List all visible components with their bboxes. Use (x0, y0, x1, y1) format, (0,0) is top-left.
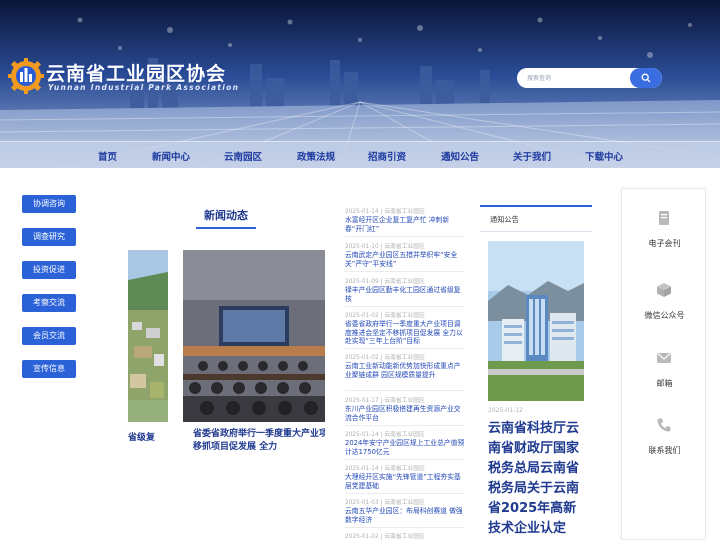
nav-item-parks[interactable]: 云南园区 (224, 149, 262, 163)
sidebar-item-label: 邮箱 (656, 379, 673, 388)
cube-icon (657, 283, 671, 297)
news-title[interactable]: 省委省政府举行一季度重大产业项目调度推进会坚定不移抓项目促发展 全力以赴实现“三… (345, 320, 465, 346)
news-list-item[interactable]: 2025-01-02 | 云南省工业园区 省委省政府举行一季度重大产业项目调度推… (345, 310, 465, 346)
divider (345, 493, 465, 494)
news-title[interactable]: 2024年安宁产业园区规上工业总产值预计达1750亿元 (345, 439, 465, 456)
news-slide-previous[interactable]: 省级复 (128, 250, 168, 470)
search-button[interactable] (630, 68, 662, 88)
nav-item-policy[interactable]: 政策法规 (297, 149, 335, 163)
divider (345, 425, 465, 426)
news-date: 2025-01-10 | 云南省工业园区 (345, 244, 425, 250)
left-menu-investment[interactable]: 投资促进 (22, 261, 76, 279)
news-list-item[interactable]: 2025-01-14 | 云南省工业园区 2024年安宁产业园区规上工业总产值预… (345, 429, 465, 456)
logo-subtitle: Yunnan Industrial Park Association (48, 83, 240, 92)
sidebar-item-contact[interactable]: 联系我们 (622, 417, 707, 477)
news-date: 2025-01-09 | 云南省工业园区 (345, 279, 425, 285)
news-date: 2025-01-14 | 云南省工业园区 (345, 209, 425, 215)
left-menu-publicity[interactable]: 宣传信息 (22, 360, 76, 378)
slide-previous-caption: 省级复 (128, 433, 156, 443)
sidebar-item-ejournal[interactable]: 电子会刊 (622, 210, 707, 270)
divider (345, 271, 465, 272)
news-date: 2025-01-14 | 云南省工业园区 (345, 432, 425, 438)
book-icon (659, 211, 669, 225)
news-list-item[interactable]: 2025-01-14 | 云南省工业园区 大理经开区实施“先锋管道”工程夯实基层… (345, 463, 465, 490)
news-date: 2025-01-02 | 云南省工业园区 (345, 534, 425, 540)
divider (480, 231, 592, 232)
news-list-item[interactable]: 2025-01-09 | 云南省工业园区 禄丰产业园区勤丰化工园区通过省级复核 (345, 276, 465, 303)
news-title[interactable]: 云南五华产业园区：布局科创赛道 做强数字经济 (345, 507, 465, 524)
aerial-park-photo (128, 250, 168, 422)
conference-photo (183, 250, 325, 422)
divider (345, 390, 465, 391)
news-title[interactable]: 大理经开区实施“先锋管道”工程夯实基层党建基础 (345, 473, 465, 490)
news-date: 2025-01-14 | 云南省工业园区 (345, 466, 425, 472)
notice-panel: 通知公告 2025-01-12 云南省科技厅云南省财政厅国家税务总局云南省税务局… (480, 205, 592, 540)
building-photo (488, 241, 584, 401)
logo-title: 云南省工业园区协会 (46, 63, 227, 85)
divider (345, 348, 465, 349)
news-title[interactable]: 云南工业新动能新优势加快形成重点产业聚链成群 园区规模质量提升 (345, 362, 465, 379)
sidebar-item-label: 微信公众号 (644, 311, 685, 320)
mail-icon (657, 353, 671, 363)
news-list-item[interactable]: 2025-01-03 | 云南省工业园区 云南五华产业园区：布局科创赛道 做强数… (345, 497, 465, 524)
left-menu-consulting[interactable]: 协调咨询 (22, 195, 76, 213)
header-banner: 云南省工业园区协会 Yunnan Industrial Park Associa… (0, 0, 720, 168)
news-title[interactable]: 水富经开区企业复工复产忙 冲刺新春“开门红” (345, 216, 465, 233)
divider (345, 236, 465, 237)
divider (345, 306, 465, 307)
left-menu-visits[interactable]: 考察交流 (22, 294, 76, 312)
news-slide-current[interactable]: 省委省政府举行一季度重大产业项目推进会坚定不移抓项目促发展 全力 (183, 250, 325, 470)
notice-title[interactable]: 云南省科技厅云南省财政厅国家税务总局云南省税务局关于云南省2025年高新技术企业… (488, 419, 588, 539)
news-date: 2025-01-02 | 云南省工业园区 (345, 313, 425, 319)
news-list-item[interactable]: 2025-01-02 | 云南省工业园区 (345, 531, 465, 540)
notice-date: 2025-01-12 (488, 407, 523, 414)
sidebar-item-wechat[interactable]: 微信公众号 (622, 282, 707, 342)
divider (345, 527, 465, 528)
news-title[interactable]: 云南武定产业园区五措并举织牢“安全关”严守“平安线” (345, 251, 465, 268)
nav-item-downloads[interactable]: 下载中心 (585, 149, 623, 163)
news-date: 2025-01-03 | 云南省工业园区 (345, 500, 425, 506)
news-heading-underline (196, 227, 256, 229)
search-icon (641, 73, 651, 83)
sidebar-item-label: 电子会刊 (648, 239, 681, 248)
news-title[interactable]: 禄丰产业园区勤丰化工园区通过省级复核 (345, 286, 465, 303)
main-nav: 首页 新闻中心 云南园区 政策法规 招商引资 通知公告 关于我们 下载中心 (0, 141, 720, 168)
left-menu-research[interactable]: 调查研究 (22, 228, 76, 246)
phone-icon (657, 418, 671, 432)
news-list-item[interactable]: 2025-01-14 | 云南省工业园区 水富经开区企业复工复产忙 冲刺新春“开… (345, 206, 465, 233)
nav-item-home[interactable]: 首页 (98, 149, 117, 163)
nav-item-news[interactable]: 新闻中心 (152, 149, 190, 163)
nav-item-notices[interactable]: 通知公告 (441, 149, 479, 163)
right-sidebar: 电子会刊 微信公众号 邮箱 联系我们 (621, 188, 706, 540)
search-input[interactable] (517, 68, 629, 88)
news-date: 2025-01-02 | 云南省工业园区 (345, 355, 425, 361)
sidebar-item-label: 联系我们 (648, 446, 681, 455)
slide-current-caption: 省委省政府举行一季度重大产业项目推进会坚定不移抓项目促发展 全力 (193, 429, 325, 452)
left-menu-members[interactable]: 会员交流 (22, 327, 76, 345)
news-title[interactable]: 东川产业园区积极搭建再生资源产业交流合作平台 (345, 405, 465, 422)
nav-item-about[interactable]: 关于我们 (513, 149, 551, 163)
news-list-item[interactable]: 2025-01-02 | 云南省工业园区 云南工业新动能新优势加快形成重点产业聚… (345, 352, 465, 379)
notice-image[interactable] (488, 241, 584, 401)
news-section-heading: 新闻动态 (204, 209, 248, 222)
news-list-item[interactable]: 2025-01-17 | 云南省工业园区 东川产业园区积极搭建再生资源产业交流合… (345, 395, 465, 422)
sidebar-item-mail[interactable]: 邮箱 (622, 350, 707, 410)
news-date: 2025-01-17 | 云南省工业园区 (345, 398, 425, 404)
notice-panel-title: 通知公告 (490, 215, 519, 224)
page: 云南省工业园区协会 Yunnan Industrial Park Associa… (0, 0, 720, 540)
search-bar (517, 68, 662, 88)
nav-item-investment[interactable]: 招商引资 (368, 149, 406, 163)
gear-logo-icon (8, 58, 44, 94)
news-list-item[interactable]: 2025-01-10 | 云南省工业园区 云南武定产业园区五措并举织牢“安全关”… (345, 241, 465, 268)
divider (345, 459, 465, 460)
logo[interactable]: 云南省工业园区协会 Yunnan Industrial Park Associa… (8, 58, 248, 98)
